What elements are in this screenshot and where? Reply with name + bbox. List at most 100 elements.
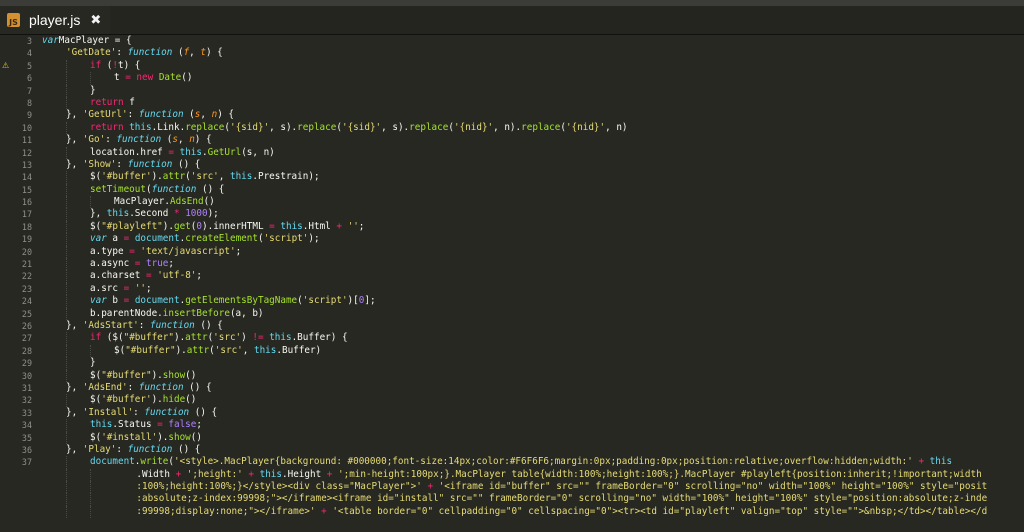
code-token: document — [90, 456, 135, 468]
code-text: t = new Date() — [42, 72, 192, 83]
line-number: 11 — [21, 135, 32, 146]
code-token: () — [190, 431, 202, 443]
indent-guide — [66, 493, 67, 506]
line-number: 20 — [21, 246, 32, 257]
code-line: $("#buffer").show() — [42, 369, 1024, 382]
code-text: 'GetDate': function (f, t) { — [42, 47, 223, 58]
code-token: ]; — [364, 295, 376, 307]
indent-guide — [66, 171, 67, 184]
code-token: setTimeout — [90, 183, 146, 195]
code-line: a.async = true; — [42, 258, 1024, 271]
code-token: .Width — [114, 468, 176, 480]
indent-guide — [66, 233, 67, 246]
line-number: 6 — [26, 73, 32, 84]
line-number: 37 — [21, 457, 32, 468]
code-token: , — [242, 344, 254, 356]
code-text: var b = document.getElementsByTagName('s… — [42, 295, 376, 306]
line-number: 12 — [21, 147, 32, 158]
code-token: return — [90, 121, 124, 133]
code-text: }, 'Play': function () { — [42, 444, 200, 455]
line-number-gutter: 3 4 5 ⚠ 6 7 8 9 10 11 12 13 14 15 16 17 18 19 20 21 22 23 24 25… — [0, 35, 36, 532]
code-token: "#buffer" — [123, 332, 174, 344]
code-line: .Width + ';height:' + this.Height + ';mi… — [42, 468, 1024, 482]
code-line: }, 'AdsStart': function () { — [42, 320, 1024, 332]
indent-guide — [66, 270, 67, 283]
code-token: replace — [297, 121, 337, 133]
code-token: '<iframe id="buffer" src="" frameBorder=… — [438, 481, 988, 493]
code-token: '<table border="0" cellpadding="0" cells… — [332, 505, 988, 517]
code-token: '{nid}' — [453, 121, 494, 133]
indent-guide — [66, 282, 67, 296]
code-text: if ($("#buffer").attr('src') != this.Buf… — [42, 332, 348, 343]
code-line: varMacPlayer = { — [42, 35, 1024, 47]
code-text: a.src = ''; — [42, 283, 152, 294]
code-text: $("#buffer").attr('src', this.Buffer) — [42, 345, 321, 356]
indent-guide — [66, 344, 67, 358]
code-token: }, — [66, 406, 83, 418]
indent-guide — [66, 357, 67, 370]
code-token: ); — [308, 233, 320, 245]
code-token: this — [229, 171, 253, 183]
code-token: ) { — [205, 47, 223, 59]
code-editor[interactable]: 3 4 5 ⚠ 6 7 8 9 10 11 12 13 14 15 16 17 18 19 20 21 22 23 24 25… — [0, 35, 1024, 532]
tab-filename: player.js — [29, 12, 81, 28]
code-line: document.write('<style>.MacPlayer{backgr… — [42, 456, 1024, 469]
code-token: $( — [90, 171, 102, 183]
warning-icon[interactable]: ⚠ — [2, 60, 9, 72]
tab-player-js[interactable]: JS player.js ✖ — [0, 6, 110, 34]
line-number: 26 — [21, 320, 32, 331]
code-token: Date — [158, 72, 182, 84]
line-number: 31 — [21, 382, 32, 393]
code-area[interactable]: varMacPlayer = {'GetDate': function (f, … — [42, 35, 1024, 532]
code-token: ; — [358, 220, 365, 232]
code-token: GetUrl — [207, 146, 242, 158]
code-token: ( — [101, 59, 113, 71]
indent-guide — [90, 505, 91, 519]
code-line: a.type = 'text/javascript'; — [42, 245, 1024, 259]
code-token: 'GetDate' — [66, 47, 117, 59]
line-number: 21 — [21, 259, 32, 270]
code-line: $("#buffer").attr('src', this.Buffer) — [42, 344, 1024, 358]
code-line: return this.Link.replace('{sid}', s).rep… — [42, 121, 1024, 135]
line-number — [0, 506, 36, 518]
code-token: .Status — [112, 419, 158, 431]
code-token: "#playleft" — [101, 220, 163, 232]
code-token: t) { — [118, 59, 141, 71]
code-token: replace — [409, 121, 449, 133]
code-token: () { — [183, 381, 212, 393]
line-number: 25 — [21, 308, 32, 319]
code-text: return this.Link.replace('{sid}', s).rep… — [42, 122, 628, 133]
code-token: false — [168, 419, 197, 431]
indent-guide — [66, 146, 67, 159]
code-token: .Buffer) — [276, 344, 322, 356]
line-number: 16 — [21, 197, 32, 208]
line-number: 29 — [21, 358, 32, 369]
code-token: , — [218, 171, 230, 183]
code-text: var a = document.createElement('script')… — [42, 233, 320, 244]
code-token: '' — [347, 220, 359, 232]
indent-guide — [66, 431, 67, 444]
indent-guide — [66, 96, 67, 110]
close-tab-icon[interactable]: ✖ — [90, 13, 101, 28]
code-line: 'GetDate': function (f, t) { — [42, 47, 1024, 59]
code-text: :99998;display:none;"></iframe>' + '<tab… — [42, 506, 987, 517]
code-token: :99998;display:none;"></iframe>' — [114, 505, 316, 517]
code-token: function — [149, 319, 195, 331]
code-token: }, — [66, 134, 83, 146]
code-token: () — [181, 72, 193, 84]
indent-guide — [66, 394, 67, 407]
code-token: : — [138, 319, 150, 331]
code-token: function — [127, 158, 173, 170]
indent-guide — [66, 258, 67, 271]
code-token: if — [90, 59, 102, 71]
code-text: b.parentNode.insertBefore(a, b) — [42, 308, 264, 319]
code-token: var — [42, 35, 59, 46]
code-token: 'src' — [214, 344, 243, 356]
code-token: 'script' — [302, 295, 348, 307]
code-token: ; — [146, 282, 152, 294]
code-token: ; — [235, 245, 242, 257]
code-token: () { — [196, 183, 225, 195]
code-token: '#buffer' — [101, 171, 152, 183]
code-token: : — [116, 47, 128, 59]
code-text: MacPlayer.AdsEnd() — [42, 196, 215, 207]
